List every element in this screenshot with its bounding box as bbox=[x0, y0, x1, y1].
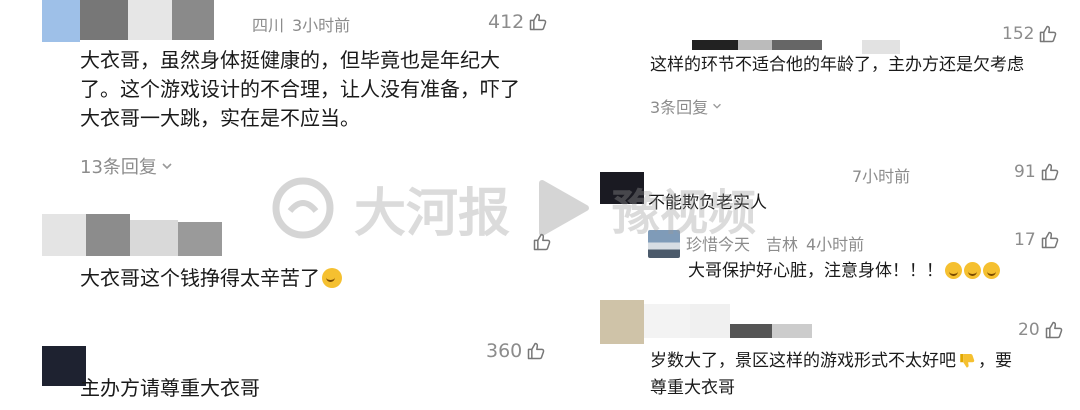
username-redacted bbox=[738, 40, 772, 50]
username-redacted bbox=[86, 214, 130, 256]
like-count: 360 bbox=[486, 340, 523, 362]
username-redacted bbox=[128, 0, 172, 40]
avatar[interactable] bbox=[648, 230, 680, 258]
avatar[interactable] bbox=[600, 300, 644, 344]
comment-line: 岁数大了，景区这样的游戏形式不太好吧 bbox=[650, 351, 956, 371]
username-redacted bbox=[130, 220, 178, 256]
thumbs-up-icon bbox=[1041, 231, 1058, 249]
like-count: 152 bbox=[1002, 24, 1035, 44]
username-redacted bbox=[730, 324, 772, 338]
crying-laughing-emoji bbox=[322, 268, 342, 288]
comment-text: 大衣哥这个钱挣得太辛苦了 bbox=[80, 264, 342, 293]
comment-line: 大衣哥，虽然身体挺健康的，但毕竟也是年纪大 bbox=[80, 48, 500, 72]
username-redacted bbox=[178, 222, 222, 256]
like-button[interactable]: 17 bbox=[1014, 230, 1060, 250]
comment-time: 3小时前 bbox=[292, 16, 351, 35]
username-redacted bbox=[80, 0, 128, 40]
like-count: 17 bbox=[1014, 230, 1036, 250]
thumbs-down-emoji bbox=[960, 354, 975, 368]
comment-time: 7小时前 bbox=[852, 167, 911, 186]
username-redacted bbox=[690, 304, 730, 338]
thumbs-up-icon bbox=[530, 13, 547, 31]
comment-line: ，要 bbox=[978, 351, 1012, 371]
comment-username: 珍惜今天 bbox=[686, 235, 751, 254]
avatar[interactable] bbox=[42, 214, 86, 256]
replies-count: 3条回复 bbox=[650, 98, 709, 117]
crying-laughing-emoji bbox=[945, 262, 962, 279]
thumbs-up-icon bbox=[1040, 25, 1057, 43]
like-button[interactable]: 20 bbox=[1018, 320, 1064, 340]
chevron-down-icon bbox=[713, 103, 722, 109]
crying-laughing-emoji bbox=[983, 262, 1000, 279]
comment-line: 大哥保护好心脏，注意身体！！！ bbox=[688, 261, 943, 281]
like-button[interactable] bbox=[532, 232, 552, 252]
thumbs-up-icon bbox=[533, 233, 551, 251]
like-button[interactable]: 152 bbox=[1002, 24, 1058, 44]
thumbs-up-icon bbox=[1045, 321, 1062, 339]
replies-count: 13条回复 bbox=[80, 157, 157, 178]
like-count: 91 bbox=[1014, 162, 1036, 182]
username-redacted bbox=[692, 40, 738, 50]
like-button[interactable]: 91 bbox=[1014, 162, 1060, 182]
crying-laughing-emoji bbox=[964, 262, 981, 279]
comment-text: 这样的环节不适合他的年龄了，主办方还是欠考虑 bbox=[650, 55, 1024, 75]
username-redacted bbox=[772, 324, 812, 338]
like-button[interactable]: 412 bbox=[488, 11, 548, 33]
replies-toggle[interactable]: 13条回复 bbox=[80, 153, 174, 179]
username-redacted bbox=[772, 40, 822, 50]
comment-text: 主办方请尊重大衣哥 bbox=[80, 376, 260, 400]
comment-location: 四川 bbox=[252, 16, 285, 35]
avatar[interactable] bbox=[600, 172, 644, 204]
right-comment-panel: 152 这样的环节不适合他的年龄了，主办方还是欠考虑 3条回复 7小时前 91 … bbox=[600, 0, 1080, 410]
chevron-down-icon bbox=[162, 163, 172, 170]
avatar[interactable] bbox=[42, 0, 80, 42]
like-count: 412 bbox=[488, 11, 525, 33]
comment-text: 大哥保护好心脏，注意身体！！！ bbox=[688, 258, 1000, 285]
comment-line-1: 岁数大了，景区这样的游戏形式不太好吧 ，要 bbox=[650, 348, 1060, 375]
comment-text: 岁数大了，景区这样的游戏形式不太好吧 ，要 尊重大衣哥 bbox=[650, 348, 1060, 402]
replies-toggle[interactable]: 3条回复 bbox=[650, 94, 723, 118]
thumbs-up-icon bbox=[1041, 163, 1058, 181]
username-redacted bbox=[644, 304, 690, 338]
comment-line: 尊重大衣哥 bbox=[650, 378, 735, 398]
comment-line: 大衣哥这个钱挣得太辛苦了 bbox=[80, 266, 320, 290]
comment-text: 大衣哥，虽然身体挺健康的，但毕竟也是年纪大 了。这个游戏设计的不合理，让人没有准… bbox=[80, 46, 580, 133]
thumbs-up-icon bbox=[528, 342, 545, 360]
comment-time: 4小时前 bbox=[806, 235, 865, 254]
left-comment-panel: 四川 3小时前 412 大衣哥，虽然身体挺健康的，但毕竟也是年纪大 了。这个游戏… bbox=[0, 0, 600, 410]
like-button[interactable]: 360 bbox=[486, 340, 546, 362]
comment-text: 不能欺负老实人 bbox=[648, 193, 767, 213]
comment-line: 大衣哥一大跳，实在是不应当。 bbox=[80, 106, 360, 130]
comment-line: 了。这个游戏设计的不合理，让人没有准备，吓了 bbox=[80, 77, 520, 101]
comment-location: 吉林 bbox=[766, 235, 799, 254]
like-count: 20 bbox=[1018, 320, 1040, 340]
username-redacted bbox=[172, 0, 214, 40]
